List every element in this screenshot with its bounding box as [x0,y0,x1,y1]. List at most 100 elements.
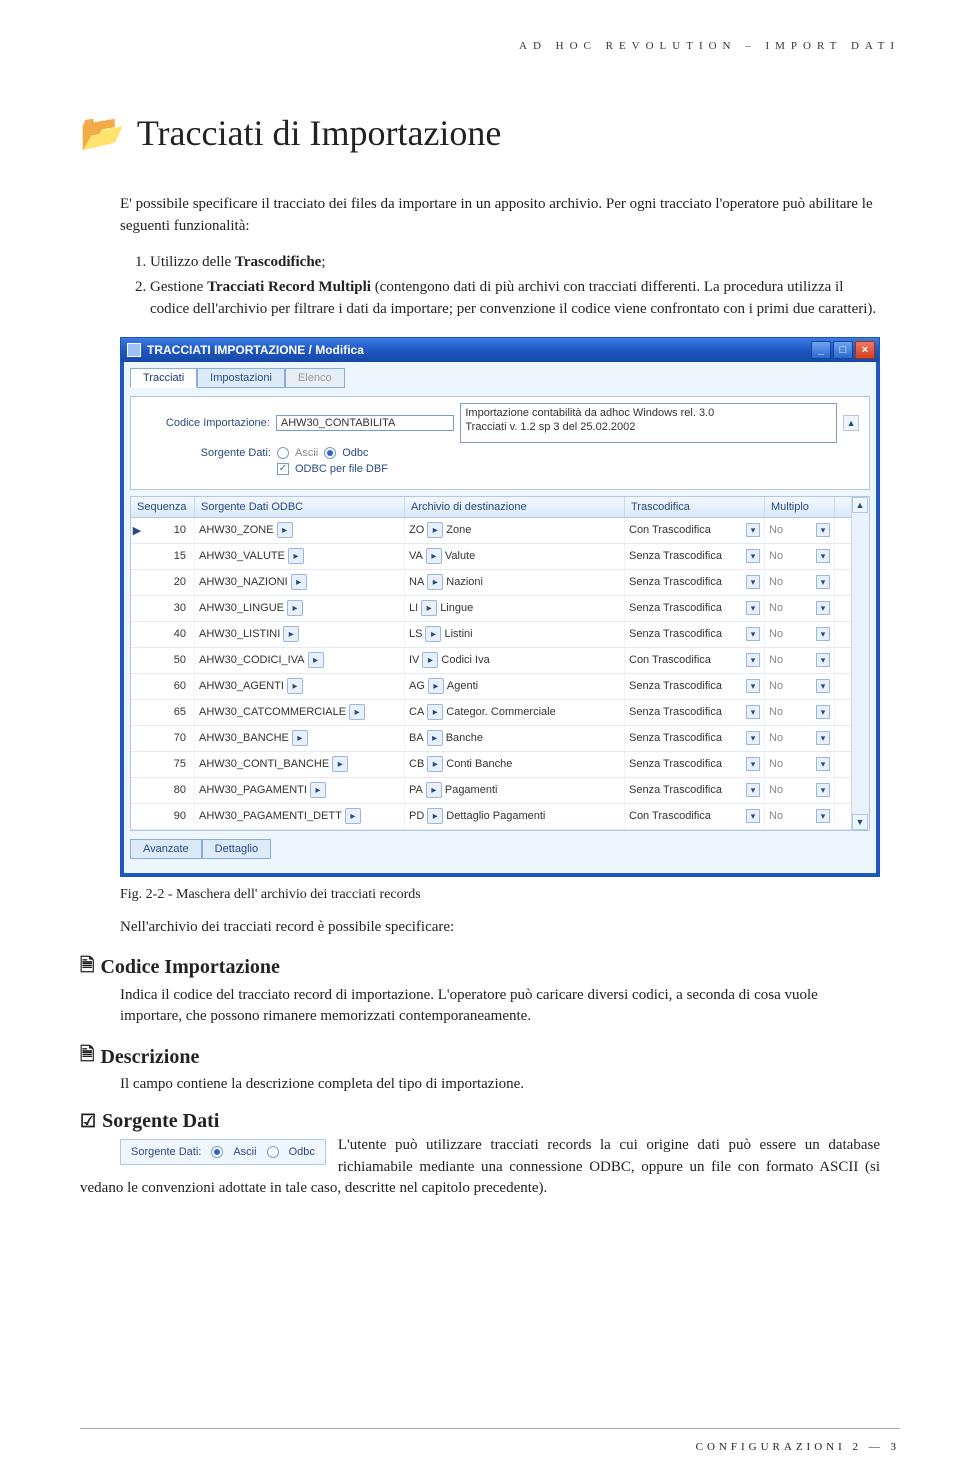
chevron-down-icon[interactable]: ▾ [816,783,830,797]
cell-mul[interactable]: No▾ [765,518,835,543]
table-row[interactable]: 75AHW30_CONTI_BANCHE▸CB▸Conti BancheSenz… [131,752,851,778]
lookup-icon[interactable]: ▸ [425,626,441,642]
table-row[interactable]: 90AHW30_PAGAMENTI_DETT▸PD▸Dettaglio Paga… [131,804,851,830]
lookup-icon[interactable]: ▸ [421,600,437,616]
lookup-icon[interactable]: ▸ [332,756,348,772]
cell-dest[interactable]: NA▸Nazioni [405,570,625,595]
lookup-icon[interactable]: ▸ [427,808,443,824]
chevron-down-icon[interactable]: ▾ [816,601,830,615]
lookup-icon[interactable]: ▸ [288,548,304,564]
maximize-button[interactable]: □ [833,341,853,359]
scroll-up-icon[interactable]: ▲ [852,497,868,513]
col-multiplo[interactable]: Multiplo [765,497,835,517]
lookup-icon[interactable]: ▸ [308,652,324,668]
radio-odbc[interactable] [324,447,336,459]
cell-seq[interactable]: 15 [143,544,195,569]
cell-seq[interactable]: 65 [143,700,195,725]
cell-tras[interactable]: Con Trascodifica▾ [625,804,765,829]
cell-tras[interactable]: Senza Trascodifica▾ [625,726,765,751]
col-sequenza[interactable]: Sequenza [131,497,195,517]
cell-seq[interactable]: 70 [143,726,195,751]
tab-tracciati[interactable]: Tracciati [130,368,197,388]
col-sorgente[interactable]: Sorgente Dati ODBC [195,497,405,517]
lookup-icon[interactable]: ▸ [427,756,443,772]
cell-tras[interactable]: Con Trascodifica▾ [625,648,765,673]
cell-src[interactable]: AHW30_BANCHE▸ [195,726,405,751]
cell-src[interactable]: AHW30_AGENTI▸ [195,674,405,699]
cell-src[interactable]: AHW30_PAGAMENTI_DETT▸ [195,804,405,829]
lookup-icon[interactable]: ▸ [349,704,365,720]
cell-tras[interactable]: Senza Trascodifica▾ [625,622,765,647]
cell-tras[interactable]: Senza Trascodifica▾ [625,674,765,699]
chevron-down-icon[interactable]: ▾ [746,575,760,589]
cell-mul[interactable]: No▾ [765,752,835,777]
radio-ascii[interactable] [211,1146,223,1158]
scroll-up-icon[interactable]: ▲ [843,415,859,431]
cell-dest[interactable]: LI▸Lingue [405,596,625,621]
lookup-icon[interactable]: ▸ [427,522,443,538]
chevron-down-icon[interactable]: ▾ [746,601,760,615]
cell-seq[interactable]: 80 [143,778,195,803]
lookup-icon[interactable]: ▸ [427,730,443,746]
cell-seq[interactable]: 40 [143,622,195,647]
cell-seq[interactable]: 30 [143,596,195,621]
cell-dest[interactable]: VA▸Valute [405,544,625,569]
cell-seq[interactable]: 75 [143,752,195,777]
cell-mul[interactable]: No▾ [765,622,835,647]
cell-dest[interactable]: ZO▸Zone [405,518,625,543]
chevron-down-icon[interactable]: ▾ [746,653,760,667]
cell-dest[interactable]: LS▸Listini [405,622,625,647]
cell-src[interactable]: AHW30_CATCOMMERCIALE▸ [195,700,405,725]
table-row[interactable]: 70AHW30_BANCHE▸BA▸BancheSenza Trascodifi… [131,726,851,752]
tab-impostazioni[interactable]: Impostazioni [197,368,285,388]
lookup-icon[interactable]: ▸ [427,704,443,720]
cell-mul[interactable]: No▾ [765,804,835,829]
cell-dest[interactable]: AG▸Agenti [405,674,625,699]
cell-tras[interactable]: Senza Trascodifica▾ [625,570,765,595]
cell-mul[interactable]: No▾ [765,700,835,725]
cell-mul[interactable]: No▾ [765,570,835,595]
chevron-down-icon[interactable]: ▾ [746,705,760,719]
col-destinazione[interactable]: Archivio di destinazione [405,497,625,517]
chevron-down-icon[interactable]: ▾ [816,653,830,667]
cell-tras[interactable]: Senza Trascodifica▾ [625,752,765,777]
cell-src[interactable]: AHW30_CODICI_IVA▸ [195,648,405,673]
lookup-icon[interactable]: ▸ [277,522,293,538]
chevron-down-icon[interactable]: ▾ [816,809,830,823]
chevron-down-icon[interactable]: ▾ [816,731,830,745]
chevron-down-icon[interactable]: ▾ [746,757,760,771]
table-row[interactable]: 80AHW30_PAGAMENTI▸PA▸PagamentiSenza Tras… [131,778,851,804]
cell-mul[interactable]: No▾ [765,648,835,673]
cell-src[interactable]: AHW30_LISTINI▸ [195,622,405,647]
cell-tras[interactable]: Con Trascodifica▾ [625,518,765,543]
checkbox-dbf[interactable]: ✓ [277,463,289,475]
lookup-icon[interactable]: ▸ [428,678,444,694]
cell-tras[interactable]: Senza Trascodifica▾ [625,544,765,569]
cell-dest[interactable]: CB▸Conti Banche [405,752,625,777]
chevron-down-icon[interactable]: ▾ [816,679,830,693]
table-row[interactable]: 40AHW30_LISTINI▸LS▸ListiniSenza Trascodi… [131,622,851,648]
lookup-icon[interactable]: ▸ [292,730,308,746]
lookup-icon[interactable]: ▸ [426,548,442,564]
table-row[interactable]: ▶10AHW30_ZONE▸ZO▸ZoneCon Trascodifica▾No… [131,518,851,544]
cell-src[interactable]: AHW30_PAGAMENTI▸ [195,778,405,803]
chevron-down-icon[interactable]: ▾ [816,523,830,537]
table-row[interactable]: 30AHW30_LINGUE▸LI▸LingueSenza Trascodifi… [131,596,851,622]
cell-tras[interactable]: Senza Trascodifica▾ [625,700,765,725]
cell-src[interactable]: AHW30_ZONE▸ [195,518,405,543]
lookup-icon[interactable]: ▸ [287,678,303,694]
cell-dest[interactable]: CA▸Categor. Commerciale [405,700,625,725]
chevron-down-icon[interactable]: ▾ [746,627,760,641]
col-trascodifica[interactable]: Trascodifica [625,497,765,517]
table-row[interactable]: 20AHW30_NAZIONI▸NA▸NazioniSenza Trascodi… [131,570,851,596]
lookup-icon[interactable]: ▸ [283,626,299,642]
tab-elenco[interactable]: Elenco [285,368,345,388]
window-titlebar[interactable]: TRACCIATI IMPORTAZIONE / Modifica _ □ × [121,338,879,362]
cell-mul[interactable]: No▾ [765,596,835,621]
minimize-button[interactable]: _ [811,341,831,359]
description-box[interactable]: Importazione contabilità da adhoc Window… [460,403,837,443]
lookup-icon[interactable]: ▸ [287,600,303,616]
table-row[interactable]: 65AHW30_CATCOMMERCIALE▸CA▸Categor. Comme… [131,700,851,726]
cell-seq[interactable]: 20 [143,570,195,595]
cell-seq[interactable]: 50 [143,648,195,673]
